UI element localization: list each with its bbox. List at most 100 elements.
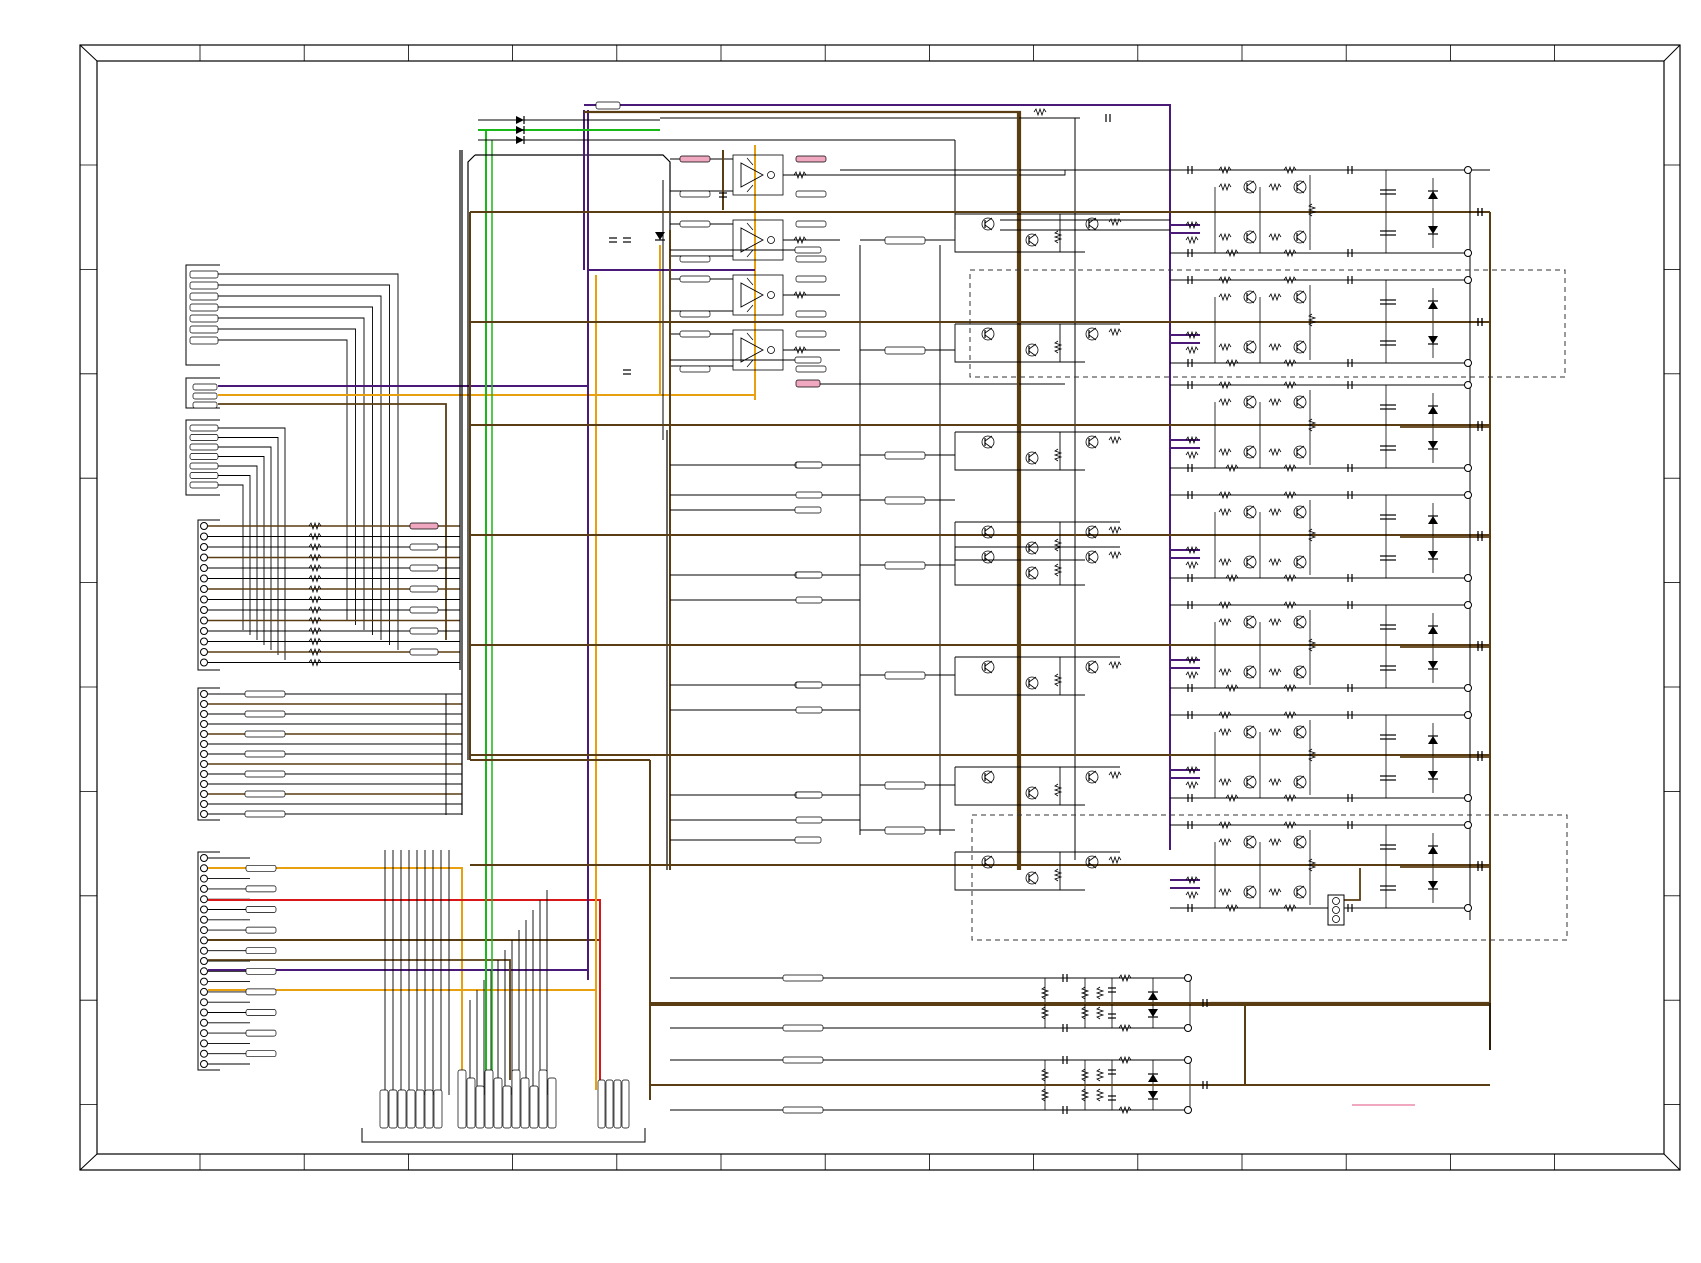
connector-pin-icon: [795, 681, 823, 689]
terminal-icon: [200, 627, 208, 635]
connector-pin-icon: [244, 710, 286, 718]
wire: [1344, 868, 1361, 901]
terminal-icon: [200, 946, 208, 955]
capacitor-icon: [1380, 555, 1388, 561]
connector-pin-icon: [466, 1077, 476, 1129]
terminal-icon: [200, 532, 208, 541]
terminal-icon: [1464, 276, 1472, 284]
connector-pin-icon: [189, 325, 219, 334]
connector-pin-icon: [189, 434, 219, 441]
terminal-icon: [1464, 359, 1472, 367]
resistor-icon: [1268, 727, 1282, 737]
connector-pin-icon: [520, 1077, 530, 1129]
terminal-icon: [200, 1060, 208, 1068]
connector-pin-icon: [245, 947, 277, 955]
connector-pin-icon: [409, 522, 439, 530]
transistor-icon: [1243, 290, 1257, 304]
resistor-icon: [1108, 525, 1122, 535]
connector-pin-icon: [782, 1024, 824, 1032]
connector-pin-icon: [795, 220, 827, 228]
connector-pin-icon: [409, 606, 439, 614]
connector-pin-icon: [406, 1089, 416, 1129]
schematic-drawing: [79, 44, 1681, 1171]
op-amp-icon: [732, 329, 784, 371]
terminal-icon: [200, 895, 208, 904]
connector-pin-icon: [493, 1077, 503, 1129]
terminal-icon: [200, 700, 208, 708]
connector-pin-icon: [621, 1079, 630, 1129]
terminal-icon: [200, 564, 208, 572]
capacitor-icon: [1388, 665, 1396, 671]
capacitor-icon: [1380, 734, 1388, 740]
transistor-icon: [1293, 775, 1307, 789]
connector-pin-icon: [245, 885, 277, 893]
terminal-icon: [200, 606, 208, 614]
terminal-icon: [1184, 974, 1192, 982]
transistor-icon: [1085, 435, 1099, 449]
frame-corner: [1663, 44, 1681, 62]
connector-d: [197, 519, 220, 671]
resistor-icon: [1185, 450, 1199, 460]
resistor-icon: [1185, 345, 1199, 355]
connector-pin-icon: [189, 453, 219, 460]
resistor-icon: [1108, 435, 1122, 445]
capacitor-icon: [1380, 624, 1388, 630]
capacitor-icon: [1380, 404, 1388, 410]
resistor-icon: [1108, 550, 1122, 560]
connector-pin-icon: [884, 496, 926, 505]
terminal-icon: [200, 595, 208, 604]
transistor-icon: [981, 435, 995, 449]
resistor-icon: [1095, 1088, 1105, 1102]
transistor-icon: [981, 855, 995, 869]
connector-pin-icon: [795, 816, 823, 824]
capacitor-icon: [1380, 665, 1388, 671]
connector-pin-icon: [679, 255, 711, 263]
connector-pin-icon: [795, 255, 827, 263]
resistor-icon: [1218, 397, 1232, 407]
connector-pin-icon: [595, 101, 621, 110]
wire: [218, 306, 373, 635]
resistor-icon: [1185, 235, 1199, 245]
transistor-icon: [1025, 451, 1039, 465]
resistor-icon: [1108, 855, 1122, 865]
connector-pin-icon: [794, 836, 822, 844]
connector-pin-icon: [409, 627, 439, 635]
resistor-icon: [1218, 232, 1232, 242]
connector-pin-icon: [189, 292, 219, 301]
connector-pin-icon: [244, 730, 286, 738]
transistor-icon: [981, 770, 995, 784]
resistor-icon: [1185, 560, 1199, 570]
terminal-icon: [200, 926, 208, 935]
connector-pin-icon: [415, 1089, 425, 1129]
terminal-icon: [200, 720, 208, 728]
connector-pin-icon: [795, 155, 827, 163]
resistor-icon: [1307, 313, 1317, 327]
wire: [218, 339, 348, 620]
diode-icon: [516, 126, 525, 134]
terminal-icon: [200, 1029, 208, 1038]
connector-pin-icon: [189, 472, 219, 479]
connector-pin-icon: [794, 506, 822, 514]
connector-pin-icon: [409, 648, 439, 656]
diode-icon: [1428, 441, 1438, 450]
transistor-icon: [981, 525, 995, 539]
terminal-icon: [1464, 464, 1472, 472]
connector-pin-icon: [502, 1085, 512, 1129]
resistor-icon: [1033, 107, 1047, 117]
resistor-icon: [1268, 837, 1282, 847]
capacitor-icon: [1388, 299, 1396, 305]
terminal-icon: [200, 690, 208, 698]
resistor-icon: [1268, 342, 1282, 352]
capacitor-icon: [1380, 299, 1388, 305]
terminal-icon: [200, 790, 208, 798]
connector-pin-icon: [795, 275, 827, 283]
resistor-icon: [1268, 507, 1282, 517]
diode-icon: [516, 116, 525, 124]
transistor-icon: [1243, 885, 1257, 899]
transistor-icon: [1293, 230, 1307, 244]
diode-icon: [1148, 1073, 1158, 1082]
transistor-icon: [1243, 725, 1257, 739]
transistor-icon: [1025, 871, 1039, 885]
transistor-icon: [981, 327, 995, 341]
capacitor-icon: [623, 369, 631, 375]
